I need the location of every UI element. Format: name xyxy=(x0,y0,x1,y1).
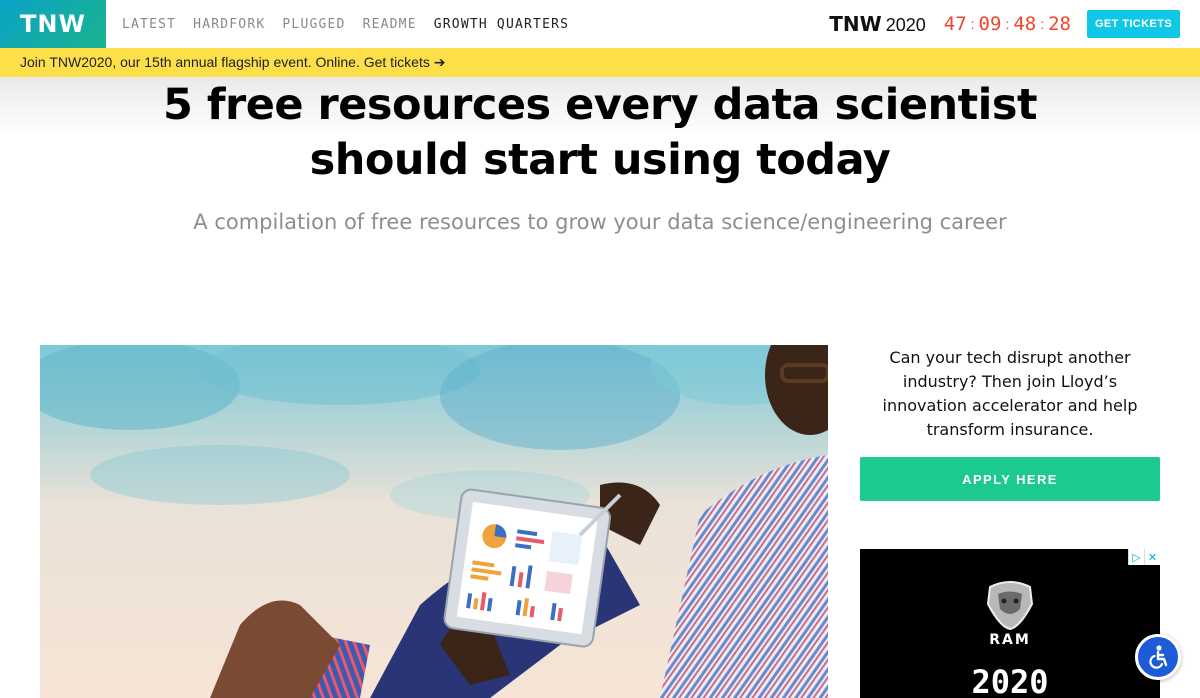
site-header: TNW LATEST HARDFORK PLUGGED README GROWT… xyxy=(0,0,1200,48)
event-year: 2020 xyxy=(885,15,926,35)
nav-plugged[interactable]: PLUGGED xyxy=(282,17,345,32)
accessibility-button[interactable] xyxy=(1135,634,1181,680)
ram-logo-icon xyxy=(986,581,1034,631)
countdown-separator: : xyxy=(970,16,975,32)
hero-illustration xyxy=(40,345,828,698)
nav-latest[interactable]: LATEST xyxy=(122,17,176,32)
hero-image xyxy=(40,345,828,698)
promo-bar[interactable]: Join TNW2020, our 15th annual flagship e… xyxy=(0,48,1200,77)
advertisement[interactable]: ▷ ✕ RAM 2020 xyxy=(860,549,1160,698)
article-title: 5 free resources every data scientist sh… xyxy=(162,80,1038,185)
nav-hardfork[interactable]: HARDFORK xyxy=(193,17,265,32)
countdown-timer: 47 : 09 : 48 : 28 xyxy=(944,13,1071,35)
tnw2020-logo[interactable]: TNW 2020 xyxy=(829,12,926,36)
event-brand: TNW xyxy=(829,12,882,36)
sidebar-promo-text: Can your tech disrupt another industry? … xyxy=(882,348,1138,439)
ad-year: 2020 xyxy=(971,663,1049,698)
article-subtitle: A compilation of free resources to grow … xyxy=(193,210,1007,234)
countdown-seconds: 28 xyxy=(1048,13,1071,35)
nav-readme[interactable]: README xyxy=(363,17,417,32)
get-tickets-button[interactable]: GET TICKETS xyxy=(1087,10,1180,38)
countdown-separator: : xyxy=(1005,16,1010,32)
nav-growth-quarters[interactable]: GROWTH QUARTERS xyxy=(434,17,569,32)
ad-brand: RAM xyxy=(989,632,1031,648)
countdown-separator: : xyxy=(1040,16,1045,32)
apply-here-button[interactable]: APPLY HERE xyxy=(860,457,1160,501)
promo-bar-text[interactable]: Join TNW2020, our 15th annual flagship e… xyxy=(20,54,445,71)
wheelchair-icon xyxy=(1149,645,1168,669)
main-nav: LATEST HARDFORK PLUGGED README GROWTH QU… xyxy=(122,0,586,48)
countdown-hours: 09 xyxy=(978,13,1002,35)
header-right: TNW 2020 47 : 09 : 48 : 28 GET TICKETS xyxy=(829,0,1180,48)
tnw-logo[interactable]: TNW xyxy=(0,0,106,48)
logo-text: TNW xyxy=(20,10,86,38)
countdown-minutes: 48 xyxy=(1013,13,1037,35)
countdown-days: 47 xyxy=(943,13,967,35)
